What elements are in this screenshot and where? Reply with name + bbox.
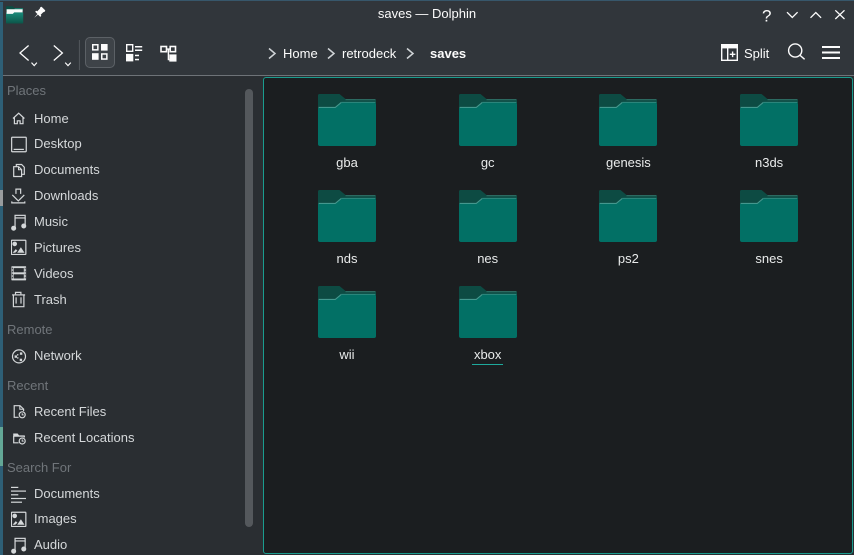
svg-text:?: ?	[762, 7, 771, 26]
